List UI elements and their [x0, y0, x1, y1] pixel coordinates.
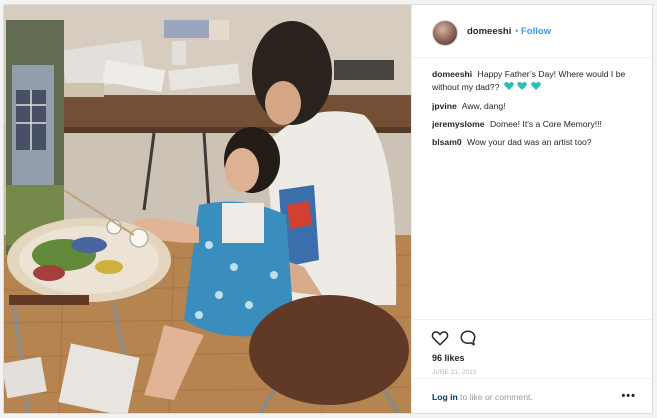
post-sidebar: domeeshi • Follow domeeshi Happy Father’…	[411, 5, 652, 413]
comments-list: domeeshi Happy Father’s Day! Where would…	[432, 68, 637, 154]
follow-button[interactable]: Follow	[521, 26, 551, 37]
comment-text: Domee! It's a Core Memory!!!	[489, 118, 602, 129]
more-options-button[interactable]: •••	[621, 390, 636, 402]
teal-heart-icon	[530, 81, 541, 90]
post-date: JUNE 21, 2015	[432, 370, 477, 376]
comment-username[interactable]: blsam0	[432, 137, 462, 147]
login-prompt-text: to like or comment.	[457, 392, 533, 402]
separator-dot: •	[515, 26, 519, 37]
comment-username[interactable]: jpvine	[432, 101, 457, 111]
avatar[interactable]	[432, 20, 458, 46]
likes-count[interactable]: 96 likes	[432, 353, 465, 363]
heart-outline-icon[interactable]	[431, 329, 449, 347]
caption-username[interactable]: domeeshi	[432, 69, 472, 79]
photo-illustration	[4, 5, 411, 413]
author-username[interactable]: domeeshi	[467, 26, 511, 37]
post-photo[interactable]	[4, 5, 411, 413]
post-header: domeeshi • Follow	[412, 5, 652, 58]
login-link[interactable]: Log in	[432, 392, 458, 402]
comment-username[interactable]: jeremyslome	[432, 119, 485, 129]
instagram-post: domeeshi • Follow domeeshi Happy Father’…	[3, 4, 653, 414]
comment-bubble-icon[interactable]	[459, 329, 477, 347]
post-footer: Log in to like or comment. •••	[412, 378, 652, 413]
heart-emojis	[504, 81, 542, 95]
comment-text: Aww, dang!	[461, 100, 506, 111]
login-prompt: Log in to like or comment.	[432, 392, 533, 402]
comment-item: jeremyslome Domee! It's a Core Memory!!!	[432, 118, 637, 131]
comment-item: blsam0 Wow your dad was an artist too?	[432, 136, 637, 149]
comment-text: Wow your dad was an artist too?	[467, 136, 592, 147]
caption: domeeshi Happy Father’s Day! Where would…	[432, 68, 637, 94]
comment-item: jpvine Aww, dang!	[432, 100, 637, 113]
teal-heart-icon	[517, 81, 527, 90]
teal-heart-icon	[504, 81, 514, 90]
